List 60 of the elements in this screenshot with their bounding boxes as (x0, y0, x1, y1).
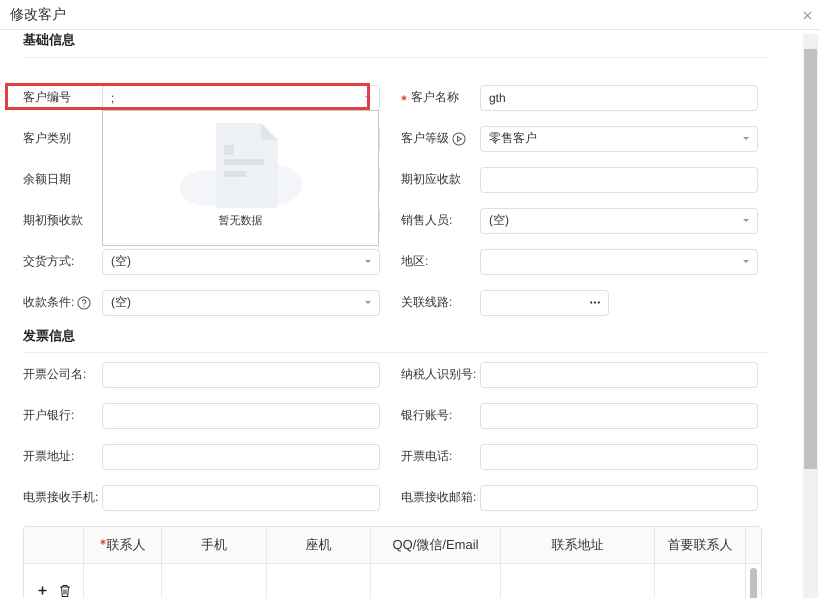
input-field[interactable] (102, 484, 380, 510)
select-field[interactable]: 零售客户 (480, 126, 758, 152)
select-field[interactable]: (空) (480, 208, 758, 234)
section-title: 发票信息 (23, 328, 768, 353)
column-header: 首要联系人 (668, 536, 732, 554)
field-label: 期初应收款 (401, 171, 461, 188)
input-field[interactable] (102, 444, 380, 470)
input-field[interactable] (102, 402, 380, 428)
field-label: 期初预收款 (23, 212, 83, 229)
add-icon (38, 586, 47, 595)
input-field[interactable]: gth (480, 84, 758, 110)
field-label: 开票电话: (401, 448, 452, 465)
scrollbar[interactable] (803, 34, 818, 598)
field-label: 余额日期 (23, 171, 71, 188)
table-scrollbar[interactable] (750, 568, 757, 598)
field-label: 关联线路: (401, 294, 452, 311)
field-label: 开票地址: (23, 448, 74, 465)
column-header: 联系地址 (552, 536, 604, 554)
play-circle-icon (452, 132, 466, 146)
caret-icon (743, 260, 749, 263)
caret-icon (365, 260, 371, 263)
help-icon (77, 296, 92, 310)
caret-icon (365, 301, 371, 304)
column-header: 手机 (201, 536, 227, 554)
field-label: 销售人员: (401, 212, 452, 229)
field-label: 开票公司名: (23, 366, 86, 383)
select-field[interactable]: (空) (102, 290, 380, 316)
field-label: 开户银行: (23, 407, 74, 424)
field-label: 客户类别 (23, 130, 71, 147)
field-label: 银行账号: (401, 407, 452, 424)
field-label: 客户名称 (411, 89, 459, 106)
input-field[interactable] (480, 166, 758, 192)
caret-icon (365, 96, 371, 99)
input-field[interactable] (102, 362, 380, 388)
empty-message: 暂无数据 (218, 214, 262, 228)
input-field[interactable] (480, 402, 758, 428)
input-field[interactable] (480, 362, 758, 388)
field-label: 客户编号 (23, 89, 71, 106)
ellipsis-icon (590, 301, 600, 304)
column-header: QQ/微信/Email (392, 536, 478, 554)
lookup-field[interactable] (480, 290, 609, 316)
close-icon[interactable] (803, 11, 812, 20)
input-field[interactable] (480, 484, 758, 510)
dialog-title: 修改客户 (10, 6, 66, 24)
column-header: 联系人 (106, 536, 146, 554)
trash-icon (59, 584, 71, 597)
field-label: 收款条件: (23, 294, 74, 311)
field-label: 交货方式: (23, 253, 74, 270)
column-header: 座机 (306, 536, 332, 554)
select-field[interactable]: (空) (102, 248, 380, 274)
caret-icon (743, 137, 749, 140)
field-label: 电票接收邮箱: (401, 489, 476, 506)
section-title: 基础信息 (23, 32, 768, 58)
field-label: 客户等级 (401, 130, 449, 147)
field-label: 纳税人识别号: (401, 366, 476, 383)
select-field[interactable] (480, 248, 758, 274)
field-label: 电票接收手机: (23, 489, 98, 506)
field-label: 地区: (401, 253, 428, 270)
input-field[interactable] (480, 444, 758, 470)
caret-icon (743, 219, 749, 222)
